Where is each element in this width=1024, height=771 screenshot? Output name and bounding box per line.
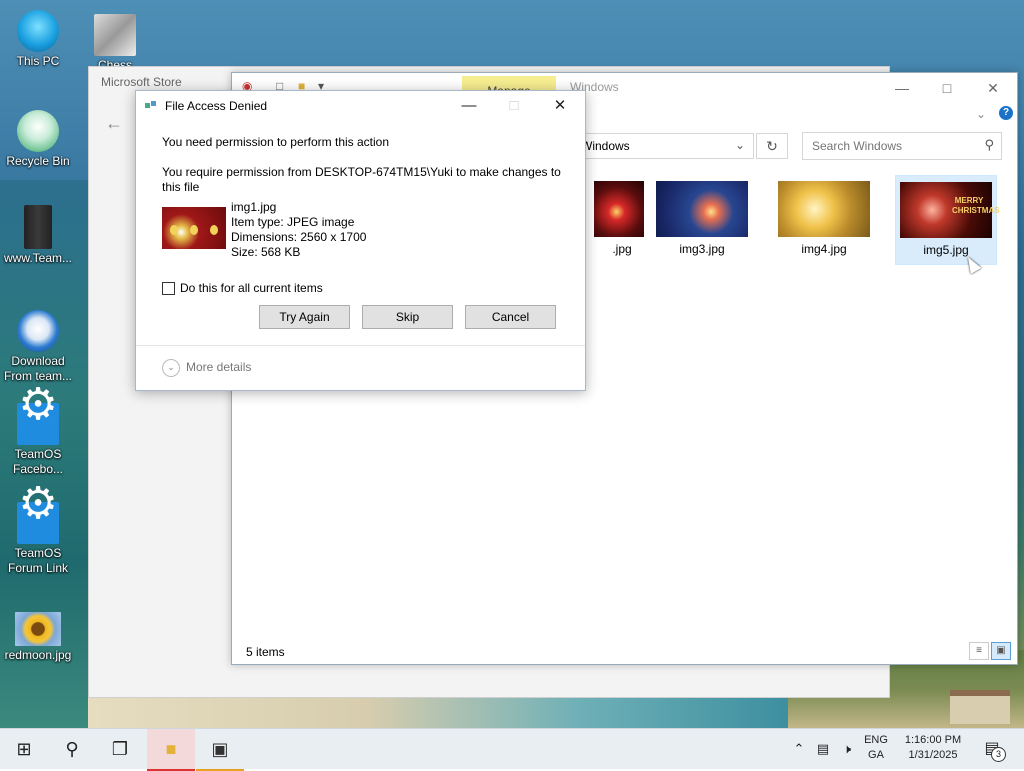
start-button[interactable]: ⊞	[0, 729, 48, 769]
chevron-down-icon[interactable]: ⌄	[162, 359, 180, 377]
file-thumbnail	[656, 181, 748, 237]
search-icon[interactable]: ⚲	[48, 729, 96, 769]
language-code: ENG	[864, 734, 888, 746]
file-explorer-taskbar-icon[interactable]: ■	[147, 729, 195, 771]
clock[interactable]: 1:16:00 PM 1/31/2025	[896, 733, 970, 763]
file-name: img3.jpg	[679, 242, 725, 256]
checkbox-box[interactable]	[162, 282, 175, 295]
dialog-detail: You require permission from DESKTOP-674T…	[162, 165, 561, 194]
more-details-label: More details	[186, 360, 252, 374]
ribbon-expand-icon[interactable]: ⌄	[976, 107, 986, 121]
desktop-icon-teamos-facebook[interactable]: TeamOS Facebo...	[0, 397, 76, 477]
dialog-titlebar: File Access Denied — □ ✕	[136, 91, 585, 121]
cancel-button[interactable]: Cancel	[465, 305, 556, 329]
file-item-selected[interactable]: MERRY CHRISTMAS img5.jpg	[895, 175, 1000, 265]
skip-button[interactable]: Skip	[362, 305, 453, 329]
dialog-title: File Access Denied	[165, 99, 268, 113]
image-file-icon	[15, 612, 61, 646]
file-name: img4.jpg	[801, 242, 847, 256]
refresh-button[interactable]: ↻	[756, 133, 788, 159]
store-taskbar-icon[interactable]: ▣	[196, 729, 244, 771]
search-box[interactable]: ⚲	[802, 132, 1002, 160]
file-name: img1.jpg	[231, 200, 277, 214]
file-thumbnail	[778, 181, 870, 237]
desktop-icon-recycle-bin[interactable]: Recycle Bin	[0, 110, 76, 169]
file-dimensions: Dimensions: 2560 x 1700	[231, 230, 367, 244]
notification-center-button[interactable]: ▤3	[980, 738, 1006, 762]
clock-time: 1:16:00 PM	[904, 734, 962, 746]
taskbar: ⊞ ⚲ ❐ ■ ▣ ⌃ ▤ 🕨 ENG GA 1:16:00 PM 1/31/2…	[0, 728, 1024, 771]
address-text: Windows	[581, 139, 630, 153]
checkbox-label: Do this for all current items	[180, 281, 323, 295]
desktop-icon-teamos-forum[interactable]: TeamOS Forum Link	[0, 496, 76, 576]
dialog-divider	[136, 345, 585, 346]
help-icon[interactable]: ?	[999, 106, 1013, 120]
search-input[interactable]	[810, 138, 979, 154]
file-transfer-icon	[145, 101, 157, 111]
chevron-up-icon[interactable]: ⌃	[788, 729, 810, 769]
try-again-button[interactable]: Try Again	[259, 305, 350, 329]
details-view-button[interactable]: ≡	[969, 642, 989, 660]
gear-icon	[17, 496, 59, 544]
desktop-icon-label: TeamOS Forum Link	[7, 546, 69, 575]
back-arrow-icon[interactable]: ←	[105, 113, 123, 134]
desktop-icon-label: This PC	[16, 54, 60, 68]
download-icon	[17, 310, 59, 352]
maximize-button: □	[509, 97, 519, 114]
gear-icon	[17, 397, 59, 445]
network-icon[interactable]: ▤	[812, 729, 834, 769]
desktop-icon-team-link[interactable]: www.Team...	[0, 205, 76, 266]
status-item-count: 5 items	[246, 645, 285, 659]
chevron-down-icon[interactable]: ⌄	[735, 138, 745, 152]
volume-muted-icon[interactable]: 🕨	[836, 729, 858, 769]
recycle-bin-icon	[17, 110, 59, 152]
notification-count-badge: 3	[991, 747, 1006, 762]
wallpaper-house	[950, 690, 1010, 724]
pc-tower-icon	[24, 205, 52, 249]
desktop-icon-redmoon[interactable]: redmoon.jpg	[0, 612, 76, 663]
file-access-denied-dialog[interactable]: File Access Denied — □ ✕ You need permis…	[135, 90, 586, 391]
large-icons-view-button[interactable]: ▣	[991, 642, 1011, 660]
this-pc-icon	[17, 10, 59, 52]
task-view-icon[interactable]: ❐	[96, 729, 144, 769]
keyboard-layout: GA	[868, 749, 884, 761]
file-type: Item type: JPEG image	[231, 215, 355, 229]
desktop-icon-label: TeamOS Facebo...	[12, 447, 64, 476]
desktop-icon-this-pc[interactable]: This PC	[0, 10, 76, 69]
close-button[interactable]: ✕	[973, 77, 1013, 99]
file-size: Size: 568 KB	[231, 245, 301, 259]
desktop-icon-label: redmoon.jpg	[4, 648, 72, 662]
close-button[interactable]: ✕	[545, 95, 575, 117]
file-thumbnail	[594, 181, 644, 237]
search-icon: ⚲	[984, 137, 994, 152]
language-indicator[interactable]: ENG GA	[860, 733, 892, 763]
desktop-icon-label: www.Team...	[3, 251, 72, 265]
minimize-button[interactable]: —	[454, 95, 484, 117]
file-item[interactable]: img4.jpg	[774, 181, 874, 256]
store-title: Microsoft Store	[101, 75, 182, 89]
clock-date: 1/31/2025	[908, 749, 958, 761]
minimize-button[interactable]: —	[882, 77, 922, 99]
maximize-button[interactable]: □	[927, 77, 967, 99]
file-thumbnail: MERRY CHRISTMAS	[900, 182, 1000, 238]
file-thumbnail	[162, 207, 226, 249]
desktop-icon-chess[interactable]: Chess	[77, 14, 153, 73]
file-info: img1.jpg Item type: JPEG image Dimension…	[231, 200, 366, 260]
file-item[interactable]: img3.jpg	[652, 181, 752, 256]
desktop-icon-label: Recycle Bin	[6, 154, 70, 168]
dialog-message: You need permission to perform this acti…	[162, 135, 390, 149]
file-name: img5.jpg	[923, 243, 969, 257]
wallpaper-beach	[88, 695, 788, 728]
thumbnail-caption: MERRY CHRISTMAS	[952, 196, 1000, 215]
address-bar[interactable]: Windows ⌄	[562, 133, 754, 159]
chess-icon	[94, 14, 136, 56]
desktop-icon-download[interactable]: Download From team...	[0, 310, 76, 384]
